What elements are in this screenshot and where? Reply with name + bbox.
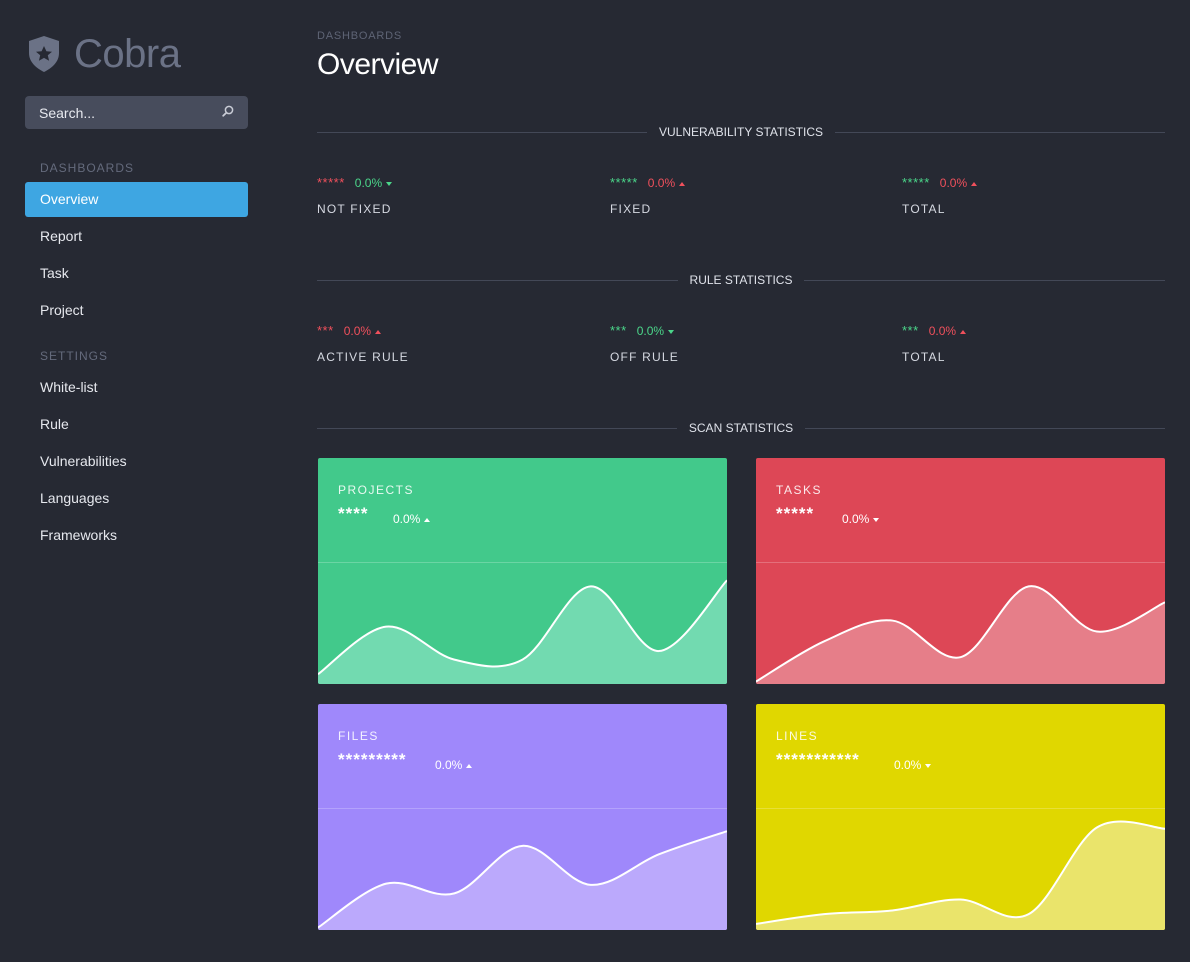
search-box[interactable] [25, 96, 248, 129]
stat-change-label: 0.0% [636, 323, 665, 338]
section-scan-statistics: SCAN STATISTICS [317, 421, 1166, 435]
divider [317, 279, 678, 281]
sparkline-area [318, 580, 727, 684]
caret-icon [679, 181, 686, 186]
sidebar-item-frameworks[interactable]: Frameworks [25, 518, 248, 553]
stat-change: 0.0% [354, 175, 393, 190]
caret-icon [960, 329, 967, 334]
sidebar-item-task[interactable]: Task [25, 256, 248, 291]
card-value: ***** [776, 504, 815, 523]
stat-caption: NOT FIXED [317, 202, 392, 216]
sparkline-chart [756, 585, 1165, 684]
sparkline-chart [318, 830, 727, 930]
stat-caption: OFF RULE [610, 350, 679, 364]
stat-caption: ACTIVE RULE [317, 350, 409, 364]
divider [835, 131, 1166, 133]
card-change: 0.0% [435, 758, 473, 772]
nav-heading-dashboards: DASHBOARDS [40, 161, 135, 175]
stat-change: 0.0% [343, 323, 382, 338]
brand[interactable]: Cobra [28, 32, 181, 76]
stat-change: 0.0% [647, 175, 686, 190]
section-title: VULNERABILITY STATISTICS [658, 125, 824, 139]
stat-change: 0.0% [928, 323, 967, 338]
stat-value: ***** [902, 175, 930, 191]
card-tasks[interactable]: TASKS ***** 0.0% [756, 458, 1165, 684]
sidebar-item-languages[interactable]: Languages [25, 481, 248, 516]
card-value: ********* [338, 750, 407, 769]
caret-icon [925, 763, 932, 768]
section-vulnerability-statistics: VULNERABILITY STATISTICS [317, 125, 1166, 139]
card-change-label: 0.0% [393, 512, 421, 526]
stat-not-fixed: ***** 0.0% NOT FIXED [317, 174, 393, 216]
stat-value: *** [902, 323, 919, 339]
card-change: 0.0% [393, 512, 431, 526]
stat-off-rule: *** 0.0% OFF RULE [610, 322, 679, 364]
stat-active-rule: *** 0.0% ACTIVE RULE [317, 322, 409, 364]
caret-icon [375, 329, 382, 334]
stat-value: *** [610, 323, 627, 339]
stat-change-label: 0.0% [928, 323, 957, 338]
stat-change-label: 0.0% [647, 175, 676, 190]
stat-fixed: ***** 0.0% FIXED [610, 174, 686, 216]
nav-heading-settings: SETTINGS [40, 349, 109, 363]
stat-total-vulnerabilities: ***** 0.0% TOTAL [902, 174, 978, 216]
section-rule-statistics: RULE STATISTICS [317, 273, 1165, 287]
card-title: LINES [776, 729, 819, 743]
breadcrumb: DASHBOARDS [317, 30, 403, 42]
sparkline-area [756, 586, 1165, 684]
divider [317, 131, 647, 133]
caret-icon [873, 517, 880, 522]
card-lines[interactable]: LINES *********** 0.0% [756, 704, 1165, 930]
stat-value: *** [317, 323, 334, 339]
stat-caption: FIXED [610, 202, 652, 216]
sidebar-item-report[interactable]: Report [25, 219, 248, 254]
stat-change-label: 0.0% [939, 175, 968, 190]
stat-caption: TOTAL [902, 350, 946, 364]
card-projects[interactable]: PROJECTS **** 0.0% [318, 458, 727, 684]
stat-total-rules: *** 0.0% TOTAL [902, 322, 967, 364]
card-change: 0.0% [894, 758, 932, 772]
section-title: RULE STATISTICS [689, 273, 793, 287]
brand-name: Cobra [74, 32, 181, 76]
stat-value: ***** [610, 175, 638, 191]
sidebar-item-vulnerabilities[interactable]: Vulnerabilities [25, 444, 248, 479]
card-title: FILES [338, 729, 379, 743]
caret-icon [668, 329, 675, 334]
sidebar-item-white-list[interactable]: White-list [25, 370, 248, 405]
search-input[interactable] [39, 104, 209, 121]
sparkline-area [756, 821, 1165, 930]
stat-value: ***** [317, 175, 345, 191]
shield-star-icon [28, 35, 60, 73]
stat-change-label: 0.0% [343, 323, 372, 338]
card-change-label: 0.0% [435, 758, 463, 772]
card-title: TASKS [776, 483, 822, 497]
card-files[interactable]: FILES ********* 0.0% [318, 704, 727, 930]
card-change: 0.0% [842, 512, 880, 526]
divider [805, 427, 1166, 429]
card-change-label: 0.0% [894, 758, 922, 772]
caret-icon [386, 181, 393, 186]
caret-icon [971, 181, 978, 186]
caret-icon [466, 763, 473, 768]
sidebar-item-rule[interactable]: Rule [25, 407, 248, 442]
card-value: *********** [776, 750, 860, 769]
stat-change: 0.0% [636, 323, 675, 338]
search-icon[interactable] [222, 104, 234, 122]
sidebar-item-overview[interactable]: Overview [25, 182, 248, 217]
card-value: **** [338, 504, 369, 523]
sparkline-chart [756, 820, 1165, 930]
sparkline-chart [318, 579, 727, 684]
stat-change-label: 0.0% [354, 175, 383, 190]
page-title: Overview [317, 48, 439, 81]
sidebar-item-project[interactable]: Project [25, 293, 248, 328]
caret-icon [424, 517, 431, 522]
card-change-label: 0.0% [842, 512, 870, 526]
sidebar: Cobra DASHBOARDS Overview Report Task Pr… [0, 0, 270, 962]
divider [804, 279, 1165, 281]
stat-caption: TOTAL [902, 202, 946, 216]
stat-change: 0.0% [939, 175, 978, 190]
section-title: SCAN STATISTICS [688, 421, 794, 435]
divider [317, 427, 677, 429]
card-title: PROJECTS [338, 483, 415, 497]
